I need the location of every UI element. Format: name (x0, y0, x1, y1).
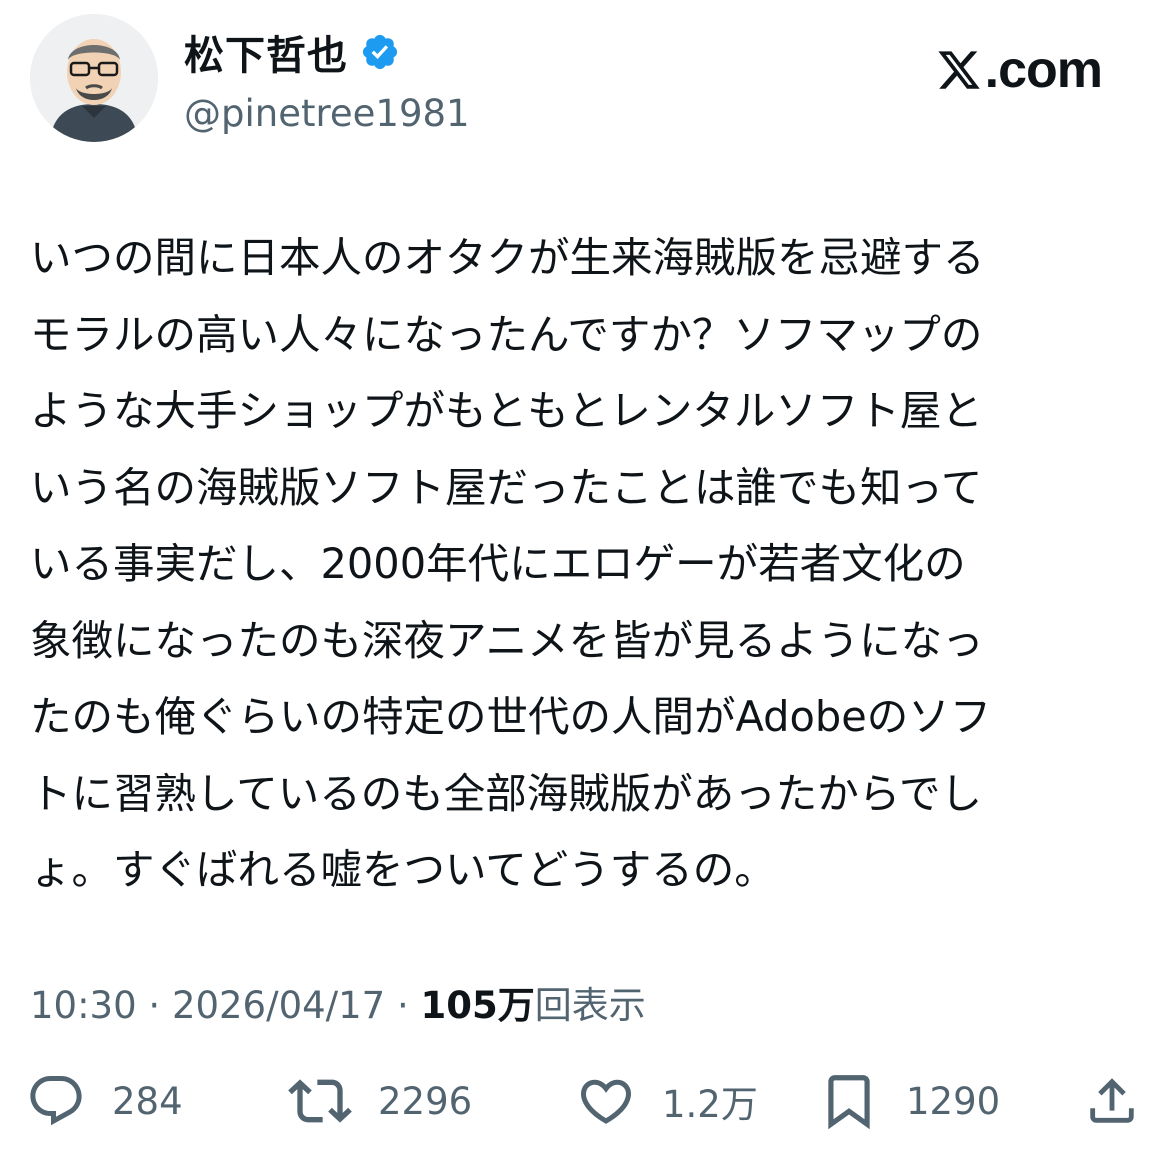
bookmark-button[interactable]: 1290 (818, 1068, 1000, 1134)
views-count: 105万 (420, 984, 535, 1027)
tweet-date[interactable]: 2026/04/17 (172, 984, 385, 1027)
user-name-block: 松下哲也 @pinetree1981 (184, 26, 470, 135)
views-label: 回表示 (534, 984, 646, 1027)
repost-icon (288, 1079, 352, 1123)
tweet-time[interactable]: 10:30 (30, 984, 137, 1027)
action-bar: 284 2296 1.2万 1290 (26, 1068, 1141, 1134)
like-count: 1.2万 (662, 1083, 758, 1126)
brand-domain: .com (984, 41, 1103, 99)
reply-button[interactable]: 284 (26, 1068, 183, 1134)
bookmark-icon (828, 1075, 870, 1130)
tweet-meta: 10:30 · 2026/04/17 · 105万回表示 (30, 975, 646, 1029)
meta-separator: · (136, 984, 172, 1027)
user-handle[interactable]: @pinetree1981 (184, 92, 470, 135)
avatar-illustration-icon (30, 14, 158, 142)
repost-button[interactable]: 2296 (288, 1068, 472, 1134)
share-button[interactable] (1083, 1068, 1141, 1134)
display-name[interactable]: 松下哲也 (184, 23, 348, 81)
share-icon (1090, 1078, 1134, 1123)
x-brand: .com (935, 41, 1103, 99)
x-logo-icon (938, 51, 980, 89)
bookmark-count: 1290 (906, 1079, 1001, 1123)
heart-icon (580, 1079, 632, 1124)
like-button[interactable]: 1.2万 (576, 1068, 758, 1134)
reply-count: 284 (112, 1079, 183, 1123)
display-name-row: 松下哲也 (184, 23, 470, 81)
tweet-header: 松下哲也 @pinetree1981 .com (30, 14, 1140, 154)
reply-icon (30, 1076, 82, 1126)
tweet-text: いつの間に日本人のオタクが生来海賊版を忌避する モラルの高い人々になったんですか… (30, 233, 992, 894)
avatar[interactable] (30, 14, 158, 142)
meta-separator: · (385, 984, 421, 1027)
verified-badge-icon[interactable] (360, 32, 400, 72)
repost-count: 2296 (378, 1079, 473, 1123)
